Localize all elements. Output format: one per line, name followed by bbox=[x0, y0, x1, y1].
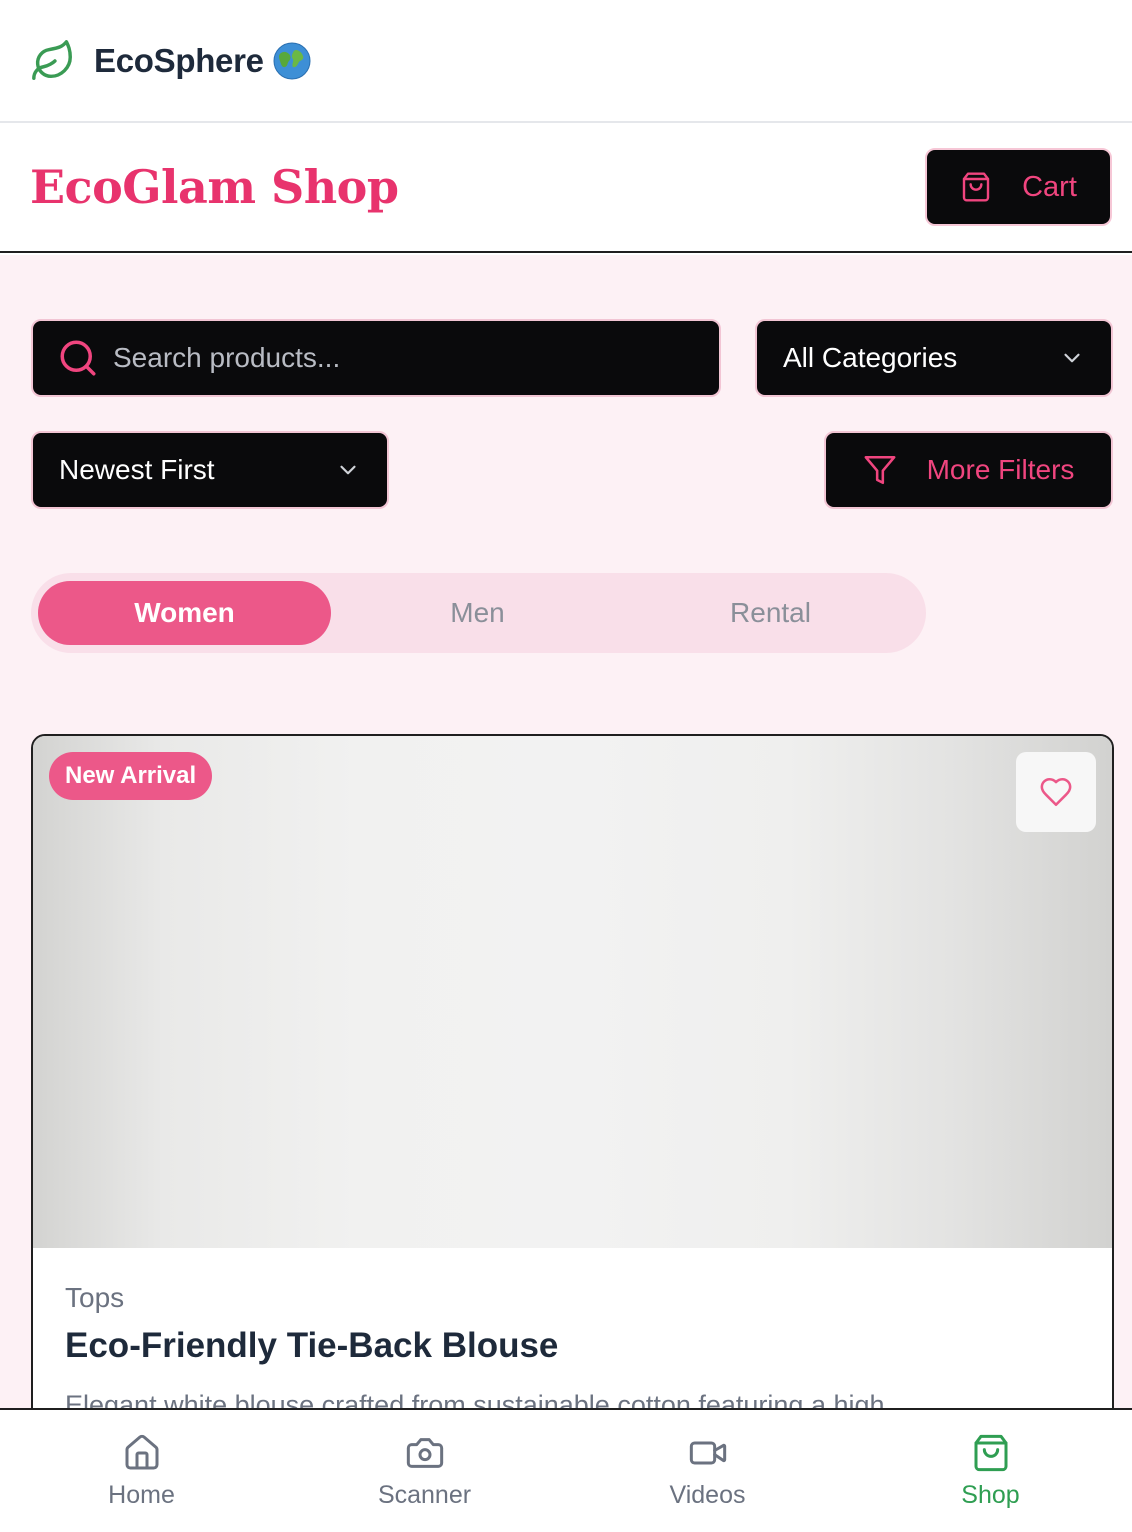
bottom-nav: Home Scanner Videos Shop bbox=[0, 1408, 1132, 1532]
product-image: New Arrival bbox=[33, 736, 1112, 1248]
tab-rental[interactable]: Rental bbox=[624, 581, 917, 645]
more-filters-label: More Filters bbox=[926, 454, 1075, 485]
video-icon bbox=[689, 1441, 726, 1464]
category-select[interactable]: All Categories bbox=[755, 319, 1113, 397]
shop-content: Search products... All Categories Newest… bbox=[0, 255, 1132, 1532]
app-bar: EcoSphere bbox=[0, 0, 1132, 123]
nav-scanner-label: Scanner bbox=[377, 1480, 472, 1509]
nav-home[interactable]: Home bbox=[0, 1433, 283, 1510]
nav-scanner[interactable]: Scanner bbox=[283, 1433, 566, 1510]
shopping-bag-icon bbox=[962, 172, 990, 202]
favorite-button[interactable] bbox=[1016, 752, 1096, 832]
nav-videos[interactable]: Videos bbox=[566, 1433, 849, 1510]
globe-icon bbox=[272, 41, 312, 81]
more-filters-button[interactable]: More Filters bbox=[824, 431, 1113, 509]
search-icon bbox=[60, 340, 96, 376]
home-icon bbox=[125, 1434, 158, 1469]
nav-home-label: Home bbox=[108, 1480, 175, 1509]
product-title: Eco-Friendly Tie-Back Blouse bbox=[65, 1326, 559, 1365]
shopping-bag-icon bbox=[974, 1434, 1007, 1471]
app-root: EcoSphere EcoGlam Shop Cart Search produ… bbox=[0, 0, 1132, 1532]
tab-men[interactable]: Men bbox=[331, 581, 624, 645]
heart-icon bbox=[1040, 777, 1072, 807]
chevron-down-icon bbox=[340, 465, 356, 475]
camera-icon bbox=[406, 1437, 443, 1468]
sort-select[interactable]: Newest First bbox=[31, 431, 389, 509]
sort-selected: Newest First bbox=[59, 454, 215, 485]
new-arrival-badge: New Arrival bbox=[49, 752, 213, 800]
nav-shop[interactable]: Shop bbox=[849, 1433, 1132, 1510]
nav-shop-label: Shop bbox=[961, 1480, 1020, 1509]
tab-women[interactable]: Women bbox=[38, 581, 331, 645]
search-placeholder: Search products... bbox=[113, 342, 341, 373]
cart-button[interactable]: Cart bbox=[925, 148, 1112, 226]
cart-label: Cart bbox=[1022, 170, 1077, 203]
search-input[interactable]: Search products... bbox=[31, 319, 721, 397]
filter-icon bbox=[864, 455, 896, 485]
nav-videos-label: Videos bbox=[669, 1480, 746, 1509]
app-brand: EcoSphere bbox=[94, 41, 264, 79]
chevron-down-icon bbox=[1064, 353, 1080, 363]
product-category: Tops bbox=[65, 1282, 125, 1313]
leaf-icon bbox=[30, 38, 76, 84]
shop-header: EcoGlam Shop Cart bbox=[0, 123, 1132, 253]
gender-tabs: Women Men Rental bbox=[31, 573, 926, 653]
page-title: EcoGlam Shop bbox=[30, 160, 399, 214]
category-selected: All Categories bbox=[783, 342, 958, 373]
